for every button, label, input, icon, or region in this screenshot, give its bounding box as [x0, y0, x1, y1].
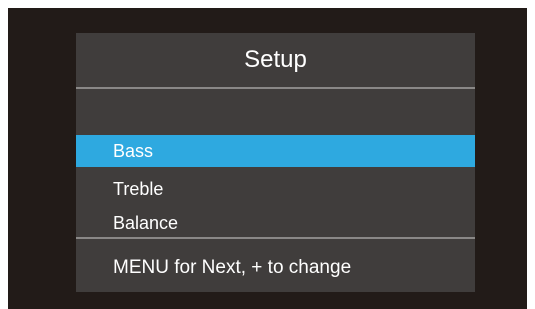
- footer-divider: [76, 237, 475, 239]
- menu-title: Setup: [244, 46, 307, 73]
- menu-item-bass[interactable]: Bass: [76, 135, 475, 167]
- menu-item-balance[interactable]: Balance: [76, 207, 475, 239]
- footer-hint: MENU for Next, + to change: [113, 257, 352, 278]
- title-divider: [76, 87, 475, 89]
- menu-item-treble[interactable]: Treble: [76, 173, 475, 205]
- device-screen: Setup Bass Treble Balance MENU for Next,…: [8, 8, 527, 309]
- setup-menu-panel: Setup Bass Treble Balance MENU for Next,…: [76, 33, 475, 292]
